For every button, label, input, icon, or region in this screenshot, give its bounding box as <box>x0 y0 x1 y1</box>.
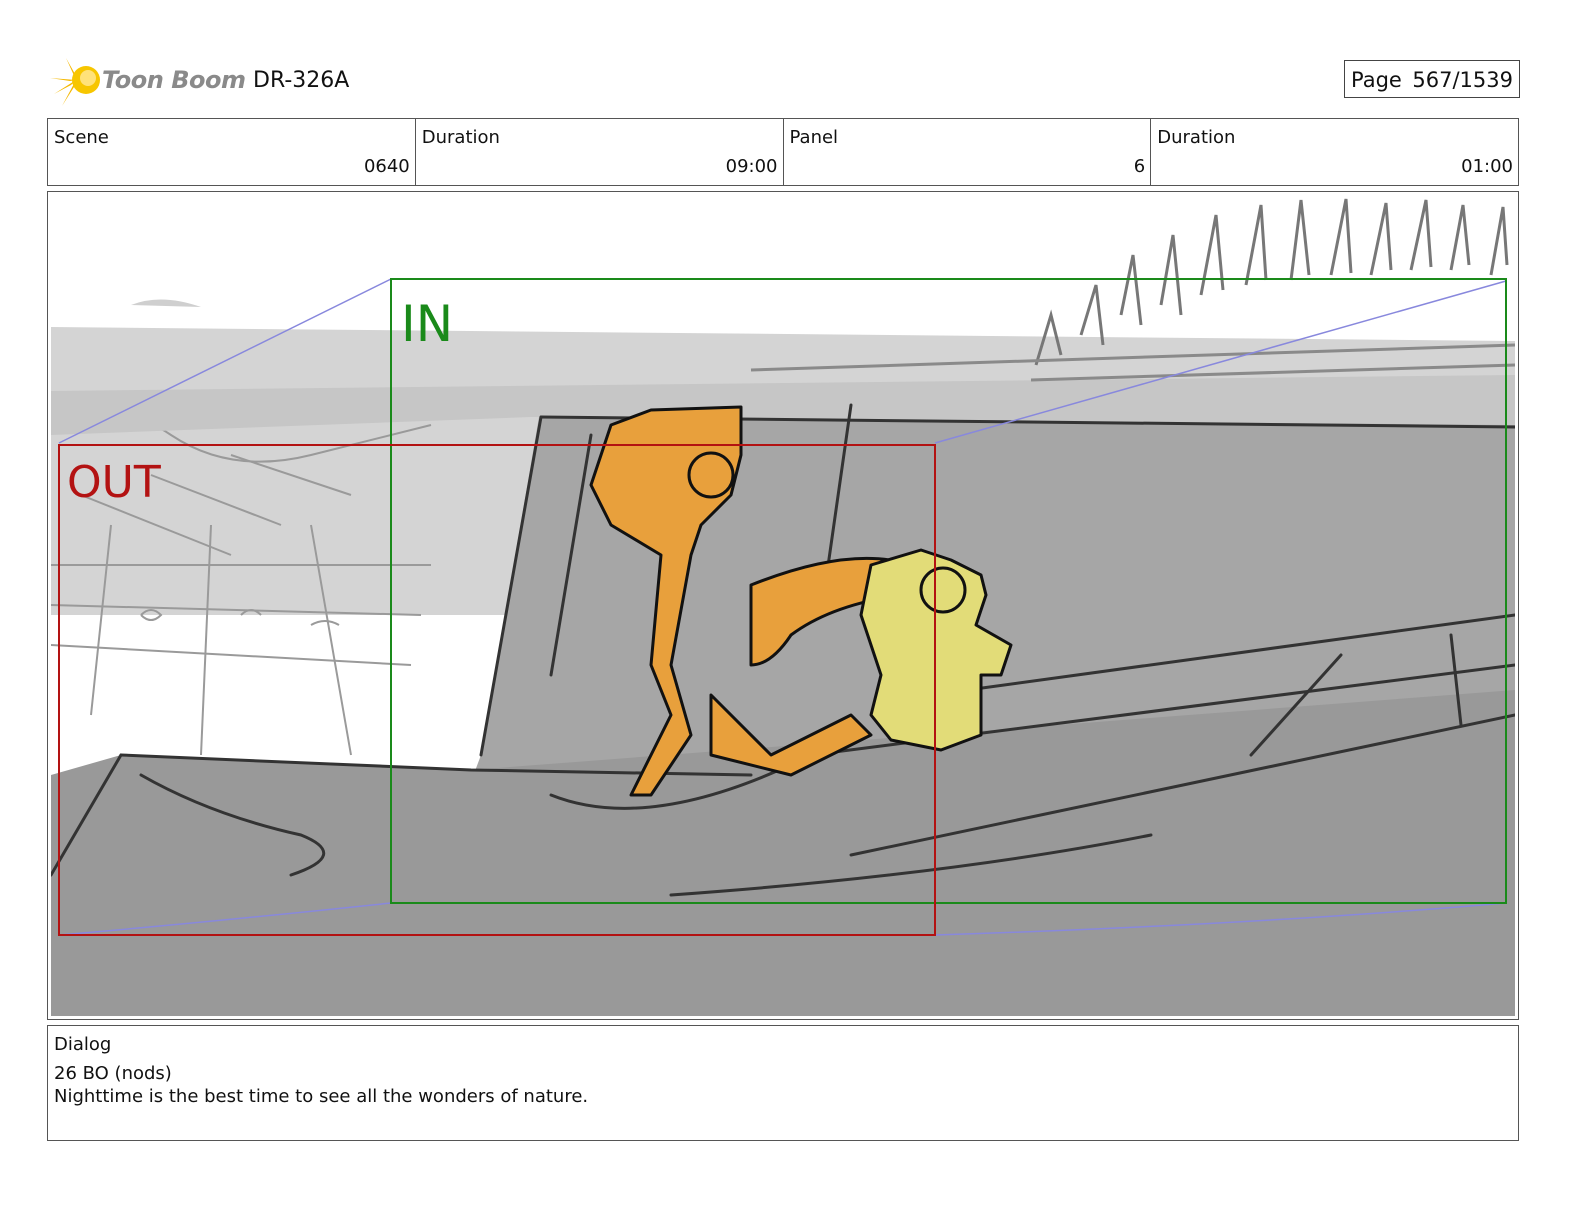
panel-cell: Panel 6 <box>784 119 1152 185</box>
document-id: DR-326A <box>253 68 350 93</box>
page-indicator: Page 567/1539 <box>1344 60 1520 98</box>
panel-sketch <box>51 195 1515 1016</box>
panel-duration-cell: Duration 01:00 <box>1151 119 1518 185</box>
panel-duration-label: Duration <box>1157 127 1236 148</box>
scene-cell: Scene 0640 <box>48 119 416 185</box>
scene-label: Scene <box>54 127 109 148</box>
brand-name: Toon Boom <box>102 66 246 94</box>
dialog-label: Dialog <box>54 1034 112 1055</box>
scene-info-table: Scene 0640 Duration 09:00 Panel 6 Durati… <box>47 118 1519 186</box>
dialog-box: Dialog 26 BO (nods) Nighttime is the bes… <box>47 1025 1519 1141</box>
panel-value: 6 <box>1133 156 1146 177</box>
toon-boom-logo: Toon Boom <box>48 54 248 110</box>
scene-value: 0640 <box>363 156 410 177</box>
storyboard-panel: IN OUT <box>47 191 1519 1020</box>
page-header: Toon Boom DR-326A Page 567/1539 <box>48 54 1520 110</box>
panel-artwork: IN OUT <box>51 195 1515 1016</box>
page-number: 567/1539 <box>1412 68 1513 92</box>
in-frame-label: IN <box>401 295 454 353</box>
panel-label: Panel <box>789 127 839 148</box>
sun-burst-icon <box>50 58 100 106</box>
scene-duration-cell: Duration 09:00 <box>416 119 784 185</box>
out-frame-label: OUT <box>67 457 161 508</box>
panel-duration-value: 01:00 <box>1461 156 1513 177</box>
dialog-line-text: Nighttime is the best time to see all th… <box>54 1086 589 1107</box>
page-label: Page <box>1351 68 1402 92</box>
scene-duration-label: Duration <box>421 127 500 148</box>
scene-duration-value: 09:00 <box>725 156 778 177</box>
dialog-line-speaker: 26 BO (nods) <box>54 1063 172 1084</box>
